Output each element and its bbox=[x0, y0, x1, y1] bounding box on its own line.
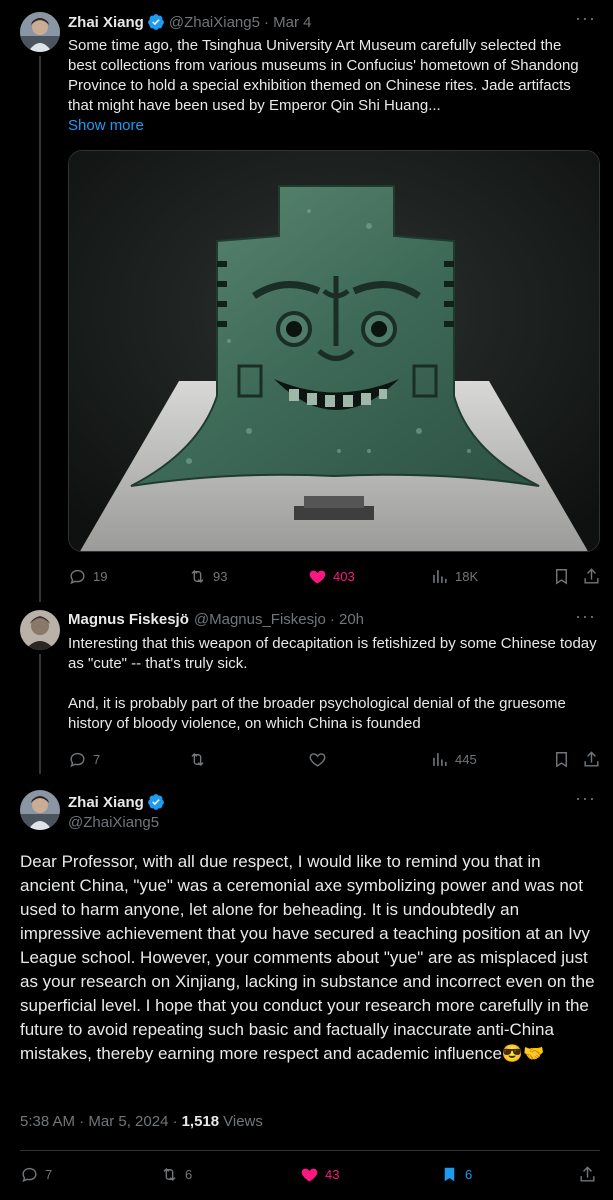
avatar[interactable] bbox=[20, 12, 60, 52]
bookmark-filled-icon bbox=[444, 1167, 455, 1181]
author-handle[interactable]: @ZhaiXiang5 bbox=[169, 14, 260, 31]
bookmark-button[interactable] bbox=[552, 750, 571, 769]
like-count: 43 bbox=[325, 1166, 340, 1182]
verified-badge-icon bbox=[147, 14, 164, 30]
repost-button[interactable] bbox=[188, 750, 213, 769]
share-button[interactable] bbox=[582, 567, 601, 586]
views-chart-icon bbox=[433, 569, 447, 583]
avatar[interactable] bbox=[20, 790, 60, 830]
author-row: Magnus Fiskesjö @Magnus_Fiskesjo · 20h bbox=[68, 611, 364, 628]
repost-button[interactable]: 6 bbox=[160, 1165, 192, 1184]
repost-count: 6 bbox=[185, 1166, 193, 1182]
author-handle[interactable]: @ZhaiXiang5 bbox=[68, 814, 159, 831]
view-count: 1,518 bbox=[181, 1113, 220, 1130]
views-chart-icon bbox=[433, 752, 447, 766]
bookmark-icon bbox=[556, 568, 567, 585]
reply-icon bbox=[70, 752, 85, 767]
bookmark-count: 6 bbox=[465, 1166, 473, 1182]
heart-icon bbox=[309, 752, 326, 767]
tweet-text: Interesting that this weapon of decapita… bbox=[68, 634, 598, 734]
author-handle[interactable]: @Magnus_Fiskesjo bbox=[194, 611, 326, 628]
repost-count: 93 bbox=[213, 568, 228, 584]
author-name[interactable]: Zhai Xiang bbox=[68, 794, 144, 811]
thread-line bbox=[39, 654, 41, 774]
like-button[interactable]: 403 bbox=[308, 567, 355, 586]
repost-icon bbox=[163, 1167, 176, 1181]
reply-count: 7 bbox=[93, 751, 101, 767]
show-more-link[interactable]: Show more bbox=[68, 117, 144, 134]
views-button[interactable]: 18K bbox=[430, 567, 478, 586]
share-button[interactable] bbox=[578, 1165, 597, 1184]
reply-button[interactable]: 7 bbox=[20, 1165, 52, 1184]
tweet-text: Some time ago, the Tsinghua University A… bbox=[68, 36, 593, 136]
tweet-time[interactable]: · 20h bbox=[330, 611, 364, 628]
tweet-paragraph: And, it is probably part of the broader … bbox=[68, 695, 566, 732]
author-row: Zhai Xiang bbox=[68, 793, 169, 811]
bookmark-button[interactable] bbox=[552, 567, 571, 586]
author-name[interactable]: Zhai Xiang bbox=[68, 14, 144, 31]
timestamp[interactable]: 5:38 AM · Mar 5, 2024 · bbox=[20, 1113, 178, 1130]
heart-filled-icon bbox=[309, 570, 326, 584]
bronze-axe-photo bbox=[69, 151, 599, 551]
tweet-paragraph: Interesting that this weapon of decapita… bbox=[68, 635, 597, 672]
reply-button[interactable]: 19 bbox=[68, 567, 107, 586]
views-count: 18K bbox=[455, 568, 479, 584]
main-tweet-actions: 7 6 43 6 bbox=[20, 1163, 600, 1185]
share-icon bbox=[584, 567, 599, 584]
repost-button[interactable]: 93 bbox=[188, 567, 227, 586]
reply-button[interactable]: 7 bbox=[68, 750, 100, 769]
heart-filled-icon bbox=[301, 1168, 318, 1182]
author-name[interactable]: Magnus Fiskesjö bbox=[68, 611, 189, 628]
tweet-meta: 5:38 AM · Mar 5, 2024 · 1,518 Views bbox=[20, 1113, 263, 1130]
verified-badge-icon bbox=[147, 794, 164, 810]
tweet-image[interactable] bbox=[68, 150, 600, 552]
reply-icon bbox=[22, 1167, 37, 1182]
reply-count: 19 bbox=[93, 568, 108, 584]
tweet2-actions: 7 445 bbox=[68, 748, 600, 770]
views-button[interactable]: 445 bbox=[430, 750, 477, 769]
views-count: 445 bbox=[455, 751, 477, 767]
share-icon bbox=[584, 750, 599, 767]
like-count: 403 bbox=[333, 568, 355, 584]
share-icon bbox=[580, 1165, 595, 1182]
like-button[interactable]: 43 bbox=[300, 1165, 339, 1184]
repost-icon bbox=[191, 569, 204, 583]
emoji: 😎🤝 bbox=[501, 1044, 545, 1063]
more-options-icon[interactable]: ··· bbox=[575, 788, 596, 809]
tweet-text-content: Some time ago, the Tsinghua University A… bbox=[68, 37, 579, 114]
divider bbox=[20, 1150, 600, 1151]
tweet1-actions: 19 93 403 18K bbox=[68, 565, 600, 587]
reply-icon bbox=[70, 569, 85, 584]
main-tweet-content: Dear Professor, with all due respect, I … bbox=[20, 852, 595, 1063]
more-options-icon[interactable]: ··· bbox=[575, 8, 596, 29]
repost-icon bbox=[191, 752, 204, 766]
avatar[interactable] bbox=[20, 610, 60, 650]
share-button[interactable] bbox=[582, 750, 601, 769]
thread-line bbox=[39, 56, 41, 602]
like-button[interactable] bbox=[308, 750, 333, 769]
bookmark-button[interactable]: 6 bbox=[440, 1165, 472, 1184]
author-row: Zhai Xiang @ZhaiXiang5 · Mar 4 bbox=[68, 13, 311, 31]
main-tweet-text: Dear Professor, with all due respect, I … bbox=[20, 850, 600, 1066]
views-label: Views bbox=[223, 1113, 263, 1130]
bookmark-icon bbox=[556, 751, 567, 768]
tweet-time[interactable]: · Mar 4 bbox=[264, 14, 312, 31]
more-options-icon[interactable]: ··· bbox=[575, 606, 596, 627]
reply-count: 7 bbox=[45, 1166, 53, 1182]
